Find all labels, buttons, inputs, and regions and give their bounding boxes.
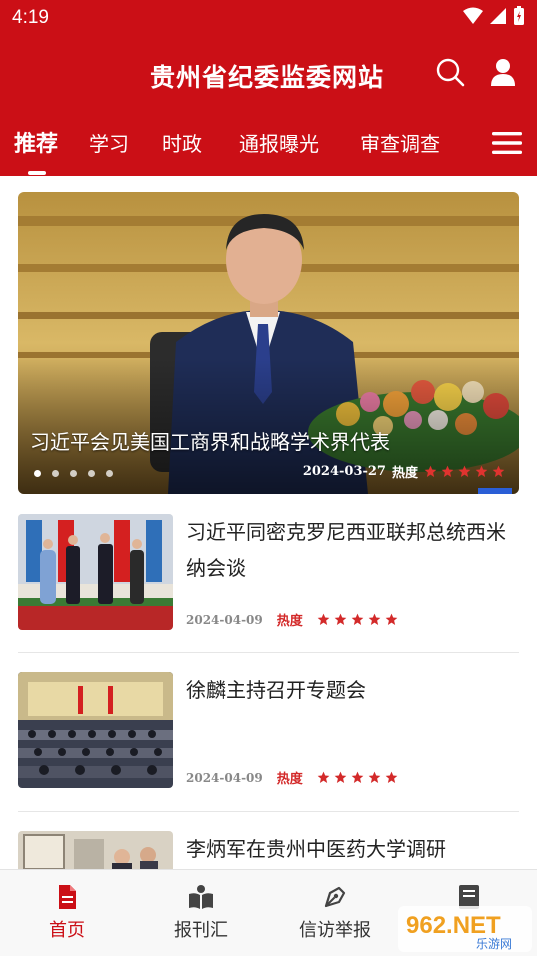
news-thumbnail xyxy=(18,672,173,788)
carousel-dot[interactable] xyxy=(70,470,77,477)
user-icon[interactable] xyxy=(487,56,519,88)
news-item[interactable]: 李炳军在贵州中医药大学调研 xyxy=(18,831,519,869)
star-icon xyxy=(368,613,381,625)
carousel-dot[interactable] xyxy=(34,470,41,477)
document-icon xyxy=(59,885,76,909)
nav-home[interactable]: 首页 xyxy=(7,884,127,942)
book-icon xyxy=(189,885,213,909)
carousel-dot[interactable] xyxy=(106,470,113,477)
status-time: 4:19 xyxy=(12,7,49,28)
star-icon xyxy=(351,613,364,625)
news-title: 李炳军在贵州中医药大学调研 xyxy=(186,837,446,861)
star-icon xyxy=(475,465,488,477)
nav-label: 首页 xyxy=(49,920,85,941)
banner-title: 习近平会见美国工商界和战略学术界代表 xyxy=(30,430,390,454)
list-divider xyxy=(18,652,519,653)
nav-newspapers[interactable]: 报刊汇 xyxy=(141,884,261,942)
category-tabs: 推荐 学习 时政 通报曝光 审查调查 xyxy=(0,120,537,176)
news-title: 徐麟主持召开专题会 xyxy=(186,678,366,702)
star-icon xyxy=(334,613,347,625)
active-tab-indicator xyxy=(28,171,46,175)
heat-rating xyxy=(424,465,505,478)
signal-icon xyxy=(490,8,506,24)
featured-banner[interactable]: 习近平会见美国工商界和战略学术界代表 2024-03-27 热度 xyxy=(18,192,519,494)
banner-date: 2024-03-27 xyxy=(302,464,386,479)
banner-meta: 2024-03-27 热度 xyxy=(303,462,505,481)
star-icon xyxy=(458,465,471,477)
news-title: 习近平同密克罗尼西亚联邦总统西米纳会谈 xyxy=(186,520,506,580)
news-thumbnail xyxy=(18,514,173,630)
watermark-sub: 乐游网 xyxy=(476,937,512,951)
news-meta: 2024-04-09 热度 xyxy=(186,610,398,629)
star-icon xyxy=(385,613,398,625)
news-thumbnail xyxy=(18,831,173,869)
star-icon xyxy=(351,771,364,783)
nav-label: 信访举报 xyxy=(299,920,371,941)
wifi-icon xyxy=(463,7,483,24)
news-heat-label: 热度 xyxy=(276,614,303,629)
star-icon xyxy=(317,613,330,625)
star-icon xyxy=(385,771,398,783)
tab-study[interactable]: 学习 xyxy=(89,128,129,157)
news-item[interactable]: 徐麟主持召开专题会 2024-04-09 热度 xyxy=(18,672,519,790)
site-title: 贵州省纪委监委网站 xyxy=(150,63,385,92)
menu-icon[interactable] xyxy=(490,129,524,157)
title-row: 贵州省纪委监委网站 xyxy=(0,48,537,100)
news-heat-label: 热度 xyxy=(276,772,303,787)
star-icon xyxy=(441,465,454,477)
star-icon xyxy=(334,771,347,783)
star-icon xyxy=(492,465,505,477)
star-icon xyxy=(368,771,381,783)
app-header: 4:19 贵州省纪委监委网站 推荐 学习 时政 通报曝光 审查调查 xyxy=(0,0,537,176)
search-icon[interactable] xyxy=(434,56,466,88)
heat-rating xyxy=(317,613,398,626)
nav-label: 报刊汇 xyxy=(174,920,228,941)
carousel-dot[interactable] xyxy=(88,470,95,477)
watermark-text: 962.NET xyxy=(406,912,501,939)
tab-investigation[interactable]: 审查调查 xyxy=(360,128,440,157)
status-bar: 4:19 xyxy=(0,0,537,36)
news-meta: 2024-04-09 热度 xyxy=(186,768,398,787)
star-icon xyxy=(317,771,330,783)
tab-exposure[interactable]: 通报曝光 xyxy=(239,128,319,157)
heat-rating xyxy=(317,771,398,784)
pen-icon xyxy=(324,886,346,908)
tab-recommend[interactable]: 推荐 xyxy=(14,126,58,158)
nav-report[interactable]: 信访举报 xyxy=(275,884,395,942)
tab-politics[interactable]: 时政 xyxy=(162,128,202,157)
news-date: 2024-04-09 xyxy=(186,612,263,627)
news-date: 2024-04-09 xyxy=(186,770,263,785)
list-divider xyxy=(18,811,519,812)
banner-heat-label: 热度 xyxy=(391,466,418,481)
carousel-dots xyxy=(34,470,113,477)
carousel-dot[interactable] xyxy=(52,470,59,477)
site-watermark: 962.NET 乐游网 xyxy=(398,906,532,952)
status-icons xyxy=(463,6,525,26)
battery-icon xyxy=(514,6,524,25)
star-icon xyxy=(424,465,437,477)
news-item[interactable]: 习近平同密克罗尼西亚联邦总统西米纳会谈 2024-04-09 热度 xyxy=(18,514,519,632)
